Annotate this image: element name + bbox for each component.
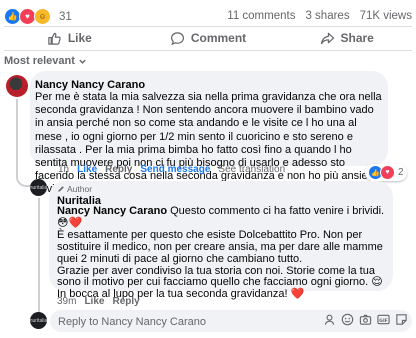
haha-reaction-icon: ☺ (34, 8, 51, 25)
thread-line (16, 99, 18, 169)
comment-bubble-icon (170, 31, 184, 45)
thread-line (38, 198, 40, 314)
comment-author-name[interactable]: Nancy Nancy Carano (35, 79, 145, 91)
comment-reply-button[interactable]: Reply (105, 164, 132, 175)
share-label: Share (340, 31, 374, 45)
love-reaction-icon: ♥ (380, 165, 395, 180)
see-translation-link[interactable]: See translation (218, 164, 285, 175)
reply-line-3: Grazie per aver condiviso la tua storia … (57, 264, 383, 289)
composer-tools: GIF (323, 313, 408, 326)
reply-line-2: È esattamente per questo che esiste Dolc… (57, 228, 383, 265)
post-stats-bar: 👍 ♥ ☺ 31 11 comments 3 shares 71K views (0, 6, 416, 26)
comment-reaction-count: 2 (398, 167, 404, 178)
composer-avatar: nuritalia (30, 312, 47, 329)
avatar[interactable] (6, 75, 28, 97)
like-label: Like (67, 31, 92, 45)
comment-timestamp[interactable]: 1h (58, 164, 69, 175)
author-badge: Author (57, 184, 92, 194)
avatar-text: nuritalia (30, 184, 47, 191)
sort-label: Most relevant (4, 55, 75, 67)
mention-link[interactable]: Nancy Nancy Carano (57, 205, 167, 217)
divider (4, 50, 412, 51)
reaction-summary[interactable]: 👍 ♥ ☺ 31 (4, 8, 72, 25)
post-actions-bar: Like Comment Share (0, 26, 416, 50)
comment-like-button[interactable]: Like (77, 164, 97, 175)
comment-body: Per me è stata la mia salvezza sia nella… (35, 91, 382, 195)
reply-input-placeholder: Reply to Nancy Nancy Carano (58, 316, 206, 328)
chevron-down-icon (79, 59, 86, 64)
sticker-icon[interactable] (395, 313, 408, 326)
reply-timestamp[interactable]: 39m (57, 296, 76, 307)
views-count: 71K views (359, 10, 412, 22)
pen-icon (58, 186, 64, 192)
comment-label: Comment (190, 31, 247, 45)
shares-count-link[interactable]: 3 shares (305, 10, 349, 22)
avatar-sticker-icon[interactable] (323, 313, 336, 326)
thread-connector (16, 167, 31, 187)
comment-actions: 1h Like Reply Send message See translati… (58, 164, 285, 175)
svg-text:GIF: GIF (379, 318, 388, 324)
thumbs-up-icon (48, 32, 61, 45)
comment-sort-dropdown[interactable]: Most relevant (4, 55, 87, 67)
reaction-count: 31 (59, 10, 72, 23)
author-badge-label: Author (67, 184, 93, 194)
comments-count-link[interactable]: 11 comments (227, 10, 295, 22)
comment-button[interactable]: Comment (139, 26, 278, 50)
emoji-icon[interactable] (341, 313, 354, 326)
comment-reaction-badge[interactable]: 👍 ♥ 2 (365, 164, 407, 181)
camera-icon[interactable] (359, 313, 372, 326)
share-arrow-icon (320, 32, 334, 44)
reply-like-button[interactable]: Like (84, 296, 104, 307)
reply-text: Nancy Nancy Carano Questo commento ci ha… (57, 205, 393, 301)
like-button[interactable]: Like (0, 26, 139, 50)
reply-reply-button[interactable]: Reply (112, 296, 139, 307)
reply-actions: 39m Like Reply (57, 296, 140, 307)
gif-icon[interactable]: GIF (377, 313, 390, 326)
avatar-text: nuritalia (30, 317, 47, 324)
share-button[interactable]: Share (277, 26, 416, 50)
page-avatar[interactable]: nuritalia (30, 179, 47, 196)
send-message-button[interactable]: Send message (140, 164, 210, 175)
